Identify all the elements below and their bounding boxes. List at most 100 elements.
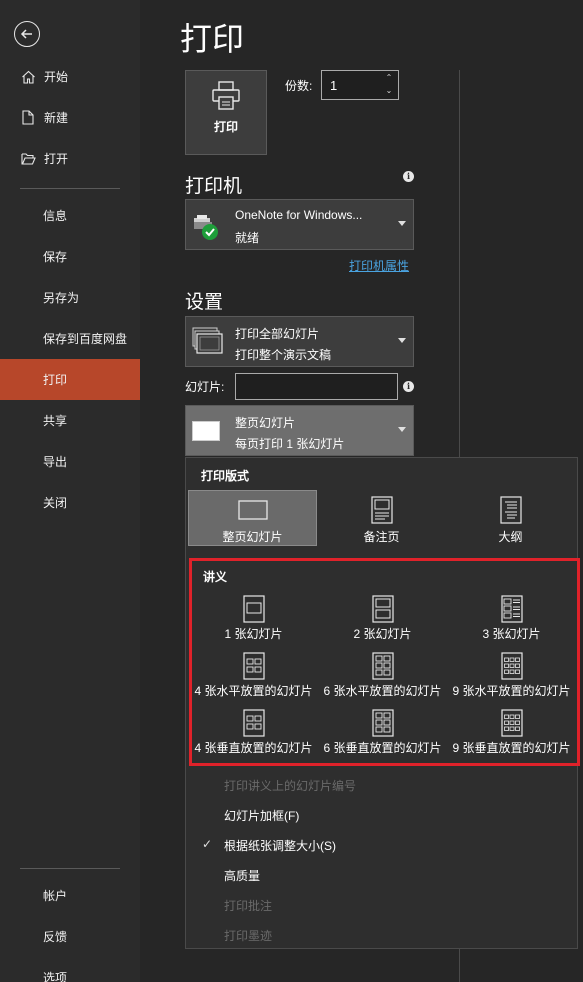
- print-layout-flyout: 打印版式 整页幻灯片 备注页 大纲 讲义 1 张幻灯片 2 张幻灯片 3 张幻灯…: [185, 457, 580, 949]
- printer-ready-icon: [192, 212, 222, 245]
- sidebar-item-label: 反馈: [43, 930, 68, 944]
- sidebar-item-label: 打开: [44, 152, 69, 166]
- copies-label: 份数:: [285, 79, 313, 93]
- sidebar-item-label: 共享: [43, 414, 68, 428]
- backstage-sidebar: 开始 新建 打开 信息 保存 另存为 保存到百度网盘 打印 共享 导出 关闭 帐…: [0, 0, 140, 982]
- sidebar-divider: [20, 868, 120, 869]
- sidebar-divider: [20, 188, 120, 189]
- sidebar-item-export[interactable]: 导出: [0, 441, 140, 482]
- page-title: 打印: [180, 21, 245, 57]
- folder-open-icon: [20, 151, 36, 167]
- option-frame-slides[interactable]: 幻灯片加框(F): [224, 807, 299, 824]
- sidebar-item-label: 信息: [43, 209, 68, 223]
- info-icon[interactable]: i: [403, 381, 414, 392]
- handout-label: 9 张垂直放置的幻灯片: [452, 741, 571, 755]
- slides-input[interactable]: [235, 373, 398, 400]
- full-page-slide-icon: [192, 421, 220, 444]
- handout-2-slides-icon: [371, 593, 394, 623]
- layout-heading: 打印版式: [201, 469, 250, 483]
- sidebar-item-save[interactable]: 保存: [0, 236, 140, 277]
- printer-status: 就绪: [235, 231, 260, 245]
- handouts-highlight: 讲义 1 张幻灯片 2 张幻灯片 3 张幻灯片 4 张水平放置的幻灯片 6 张水…: [189, 558, 580, 766]
- print-layout-line1: 整页幻灯片: [235, 416, 296, 430]
- sidebar-item-new[interactable]: 新建: [0, 97, 140, 138]
- layout-full-page-slides[interactable]: 整页幻灯片: [188, 490, 317, 546]
- handout-4-vertical[interactable]: 4 张垂直放置的幻灯片: [189, 707, 318, 762]
- option-scale-to-fit[interactable]: 根据纸张调整大小(S): [224, 837, 336, 854]
- handout-6-slides-icon: [371, 707, 394, 737]
- handout-4-horizontal[interactable]: 4 张水平放置的幻灯片: [189, 650, 318, 705]
- outline-icon: [499, 495, 522, 524]
- sidebar-item-share[interactable]: 共享: [0, 400, 140, 441]
- handout-label: 2 张幻灯片: [353, 627, 412, 641]
- slides-stack-icon: [192, 327, 224, 358]
- handout-9-vertical[interactable]: 9 张垂直放置的幻灯片: [447, 707, 576, 762]
- handout-3-slides[interactable]: 3 张幻灯片: [447, 593, 576, 648]
- handout-1-slide-icon: [242, 593, 265, 623]
- print-range-line1: 打印全部幻灯片: [235, 327, 320, 341]
- chevron-down-icon[interactable]: ⌄: [384, 86, 394, 96]
- layout-notes-page[interactable]: 备注页: [317, 490, 446, 546]
- handout-label: 4 张水平放置的幻灯片: [194, 684, 313, 698]
- sidebar-item-options[interactable]: 选项: [0, 957, 140, 982]
- settings-heading: 设置: [185, 292, 224, 313]
- sidebar-item-close[interactable]: 关闭: [0, 482, 140, 523]
- sidebar-item-save-as[interactable]: 另存为: [0, 277, 140, 318]
- printer-name: OneNote for Windows...: [235, 208, 363, 222]
- full-page-slide-icon: [237, 497, 268, 523]
- layout-outline[interactable]: 大纲: [446, 490, 575, 546]
- sidebar-item-label: 关闭: [43, 496, 68, 510]
- handout-9-slides-icon: [500, 650, 523, 680]
- sidebar-item-label: 新建: [44, 111, 69, 125]
- sidebar-item-info[interactable]: 信息: [0, 195, 140, 236]
- handout-2-slides[interactable]: 2 张幻灯片: [318, 593, 447, 648]
- sidebar-item-account[interactable]: 帐户: [0, 875, 140, 916]
- option-print-slide-numbers: 打印讲义上的幻灯片编号: [224, 779, 357, 793]
- info-icon[interactable]: i: [403, 171, 414, 182]
- printer-properties-link[interactable]: 打印机属性: [349, 257, 409, 274]
- handout-4-slides-icon: [242, 707, 265, 737]
- home-icon: [20, 69, 36, 85]
- sidebar-item-label: 帐户: [43, 889, 68, 903]
- chevron-up-icon[interactable]: ⌃: [384, 73, 394, 83]
- copies-stepper[interactable]: 1 ⌃ ⌄: [321, 70, 399, 100]
- handouts-heading: 讲义: [203, 570, 228, 584]
- sidebar-item-label: 开始: [44, 70, 69, 84]
- handout-label: 6 张垂直放置的幻灯片: [323, 741, 442, 755]
- checkmark-icon: ✓: [202, 837, 213, 851]
- print-range-line2: 打印整个演示文稿: [235, 348, 332, 362]
- sidebar-item-label: 另存为: [43, 291, 80, 305]
- handout-6-vertical[interactable]: 6 张垂直放置的幻灯片: [318, 707, 447, 762]
- print-layout-dropdown[interactable]: 整页幻灯片 每页打印 1 张幻灯片: [185, 405, 414, 456]
- handout-9-horizontal[interactable]: 9 张水平放置的幻灯片: [447, 650, 576, 705]
- handout-4-slides-icon: [242, 650, 265, 680]
- printer-icon: [210, 81, 242, 114]
- handout-1-slide[interactable]: 1 张幻灯片: [189, 593, 318, 648]
- sidebar-item-home[interactable]: 开始: [0, 56, 140, 97]
- sidebar-item-print[interactable]: 打印: [0, 359, 140, 400]
- handout-6-horizontal[interactable]: 6 张水平放置的幻灯片: [318, 650, 447, 705]
- printer-dropdown[interactable]: OneNote for Windows... 就绪: [185, 199, 414, 250]
- print-range-dropdown[interactable]: 打印全部幻灯片 打印整个演示文稿: [185, 316, 414, 367]
- layout-label: 备注页: [363, 530, 400, 544]
- back-arrow-icon[interactable]: [14, 21, 40, 47]
- print-layout-line2: 每页打印 1 张幻灯片: [235, 437, 345, 451]
- sidebar-item-feedback[interactable]: 反馈: [0, 916, 140, 957]
- option-print-comments: 打印批注: [224, 899, 273, 913]
- layout-label: 大纲: [498, 530, 523, 544]
- option-high-quality[interactable]: 高质量: [224, 867, 260, 884]
- handout-label: 9 张水平放置的幻灯片: [452, 684, 571, 698]
- print-button[interactable]: 打印: [185, 70, 267, 155]
- handout-6-slides-icon: [371, 650, 394, 680]
- dropdown-arrow-icon: [398, 338, 406, 343]
- printer-heading: 打印机: [185, 176, 243, 197]
- handout-label: 3 张幻灯片: [482, 627, 541, 641]
- handout-label: 4 张垂直放置的幻灯片: [194, 741, 313, 755]
- handout-3-slides-icon: [500, 593, 523, 623]
- handout-label: 6 张水平放置的幻灯片: [323, 684, 442, 698]
- sidebar-item-open[interactable]: 打开: [0, 138, 140, 179]
- handout-9-slides-icon: [500, 707, 523, 737]
- sidebar-item-save-to-baidu[interactable]: 保存到百度网盘: [0, 318, 140, 359]
- sidebar-item-label: 保存到百度网盘: [43, 332, 128, 346]
- notes-page-icon: [370, 495, 393, 524]
